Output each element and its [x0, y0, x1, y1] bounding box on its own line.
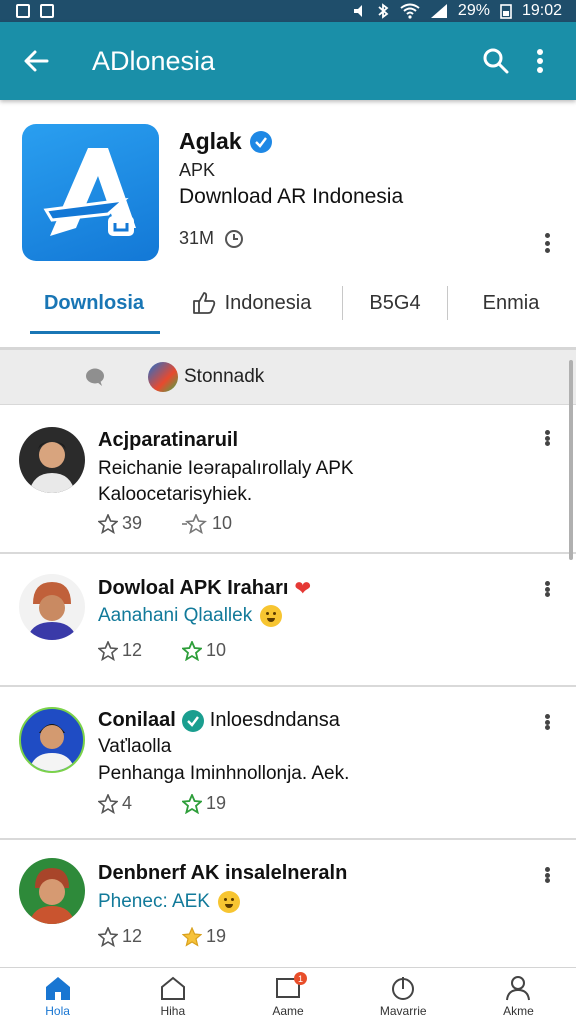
star-outline-icon [98, 926, 118, 947]
rating-stat[interactable]: 12 [98, 926, 182, 947]
star-outline-icon [182, 513, 207, 534]
home-outline-icon [160, 976, 185, 1000]
battery-level: 29% [457, 2, 490, 19]
tablet-notification-icon [40, 4, 54, 18]
post-text: Phenec: AEK [98, 891, 240, 913]
clock: 19:02 [521, 2, 562, 19]
favorite-stat[interactable]: 19 [182, 926, 266, 947]
post-author: Conilaal Inloesdndansa [98, 709, 340, 732]
app-type: APK [179, 160, 216, 180]
post-more-button[interactable] [538, 578, 556, 600]
thumbs-up-icon [192, 292, 215, 314]
nav-item-home[interactable]: Hola [0, 968, 115, 1024]
heart-icon: ❤ [294, 578, 312, 600]
post-text: Kaloocetarisyhiek. [98, 484, 253, 505]
app-bar-title: ADlonesia [92, 45, 216, 76]
search-icon [483, 48, 509, 74]
app-header: Aglak APK Download AR Indonesia 31M Down… [0, 100, 576, 350]
arrow-left-icon [24, 50, 49, 72]
tab-downloads[interactable]: Downlosia [0, 268, 160, 338]
app-bar: ADlonesia [0, 22, 576, 100]
rating-stat[interactable]: 39 [98, 513, 182, 534]
avatar [19, 427, 85, 493]
post-author: Acjparatinaruil [98, 429, 239, 451]
favorite-stat[interactable]: 10 [182, 513, 266, 534]
store-filter[interactable]: Stonnadk [148, 362, 264, 392]
post-author: Dowloal APK Iraharı ❤ [98, 577, 312, 600]
tab-bar: Downlosia Indonesia B5G4 Enmia [0, 268, 576, 338]
post-more-button[interactable] [538, 711, 556, 733]
avatar [19, 574, 85, 640]
search-button[interactable] [474, 39, 518, 83]
star-green-icon [182, 793, 202, 814]
more-vert-icon [537, 49, 543, 73]
star-green-icon [182, 640, 202, 661]
rating-stat[interactable]: 12 [98, 640, 182, 661]
avatar [19, 858, 85, 924]
app-name: Aglak [179, 128, 272, 155]
home-filled-icon [45, 977, 70, 1000]
post-item[interactable]: Dowloal APK Iraharı ❤ Aanahani Qlaallek … [0, 554, 576, 687]
favorite-stat[interactable]: 19 [182, 793, 266, 814]
signal-icon [430, 4, 447, 18]
star-outline-icon [98, 640, 118, 661]
notification-badge: 1 [294, 972, 307, 985]
star-outline-icon [98, 793, 118, 814]
app-logo [22, 124, 159, 261]
post-text: Reichanie Ieərapalırollaly APK [98, 458, 354, 479]
post-more-button[interactable] [538, 864, 556, 886]
post-item[interactable]: Conilaal Inloesdndansa Vaťlaolla Penhang… [0, 687, 576, 840]
avatar [19, 707, 85, 773]
bottom-navigation: Hola Hiha 1 Aame Mavarrie Akme [0, 967, 576, 1024]
app-logo-icon [43, 148, 136, 236]
clock-icon [225, 229, 244, 248]
power-icon [392, 977, 415, 1000]
app-description: Download AR Indonesia [179, 185, 404, 208]
tab-indonesia[interactable]: Indonesia [160, 268, 342, 338]
verified-icon [249, 130, 272, 153]
post-stats: 12 19 [98, 926, 266, 947]
wifi-icon [400, 3, 420, 19]
post-item[interactable]: Denbnerf AK insalelneraln Phenec: AEK 12… [0, 840, 576, 966]
post-author: Denbnerf AK insalelneraln [98, 862, 348, 884]
tab-b5g4[interactable]: B5G4 [343, 268, 447, 338]
smile-emoji-icon [260, 605, 283, 627]
star-gold-icon [182, 926, 202, 947]
bluetooth-icon [378, 3, 389, 19]
post-item[interactable]: Acjparatinaruil Reichanie Ieərapalırolla… [0, 405, 576, 554]
status-bar: 29% 19:02 [0, 0, 576, 22]
post-feed: Acjparatinaruil Reichanie Ieərapalırolla… [0, 405, 576, 966]
nav-item-mavarrie[interactable]: Mavarrie [346, 968, 461, 1024]
profile-icon [506, 976, 531, 1001]
favorite-stat[interactable]: 10 [182, 640, 266, 661]
nav-item-profile[interactable]: Akme [461, 968, 576, 1024]
smile-emoji-icon [217, 891, 240, 913]
scrollbar[interactable] [569, 360, 573, 560]
nav-item-hiha[interactable]: Hiha [115, 968, 230, 1024]
download-count: 31M [179, 228, 215, 248]
app-meta: 31M [179, 228, 244, 249]
post-stats: 39 10 [98, 513, 266, 534]
filter-bar: Stonnadk [0, 350, 576, 405]
star-outline-icon [98, 513, 118, 534]
post-text: Vaťlaolla [98, 736, 172, 757]
app-more-button[interactable] [538, 230, 556, 256]
overflow-menu-button[interactable] [518, 39, 562, 83]
post-text: Aanahani Qlaallek [98, 605, 283, 627]
back-button[interactable] [14, 39, 58, 83]
verified-icon [181, 709, 204, 732]
post-stats: 12 10 [98, 640, 266, 661]
gallery-notification-icon [16, 4, 30, 18]
comment-icon[interactable] [84, 366, 106, 388]
store-logo-icon [148, 362, 178, 392]
rating-stat[interactable]: 4 [98, 793, 182, 814]
silent-icon [353, 5, 362, 17]
battery-icon [500, 4, 512, 19]
nav-item-inbox[interactable]: 1 Aame [230, 968, 345, 1024]
tab-enmia[interactable]: Enmia [448, 268, 574, 338]
post-text: Penhanga Iminhnollonja. Aek. [98, 763, 350, 784]
post-stats: 4 19 [98, 793, 266, 814]
post-more-button[interactable] [538, 427, 556, 449]
